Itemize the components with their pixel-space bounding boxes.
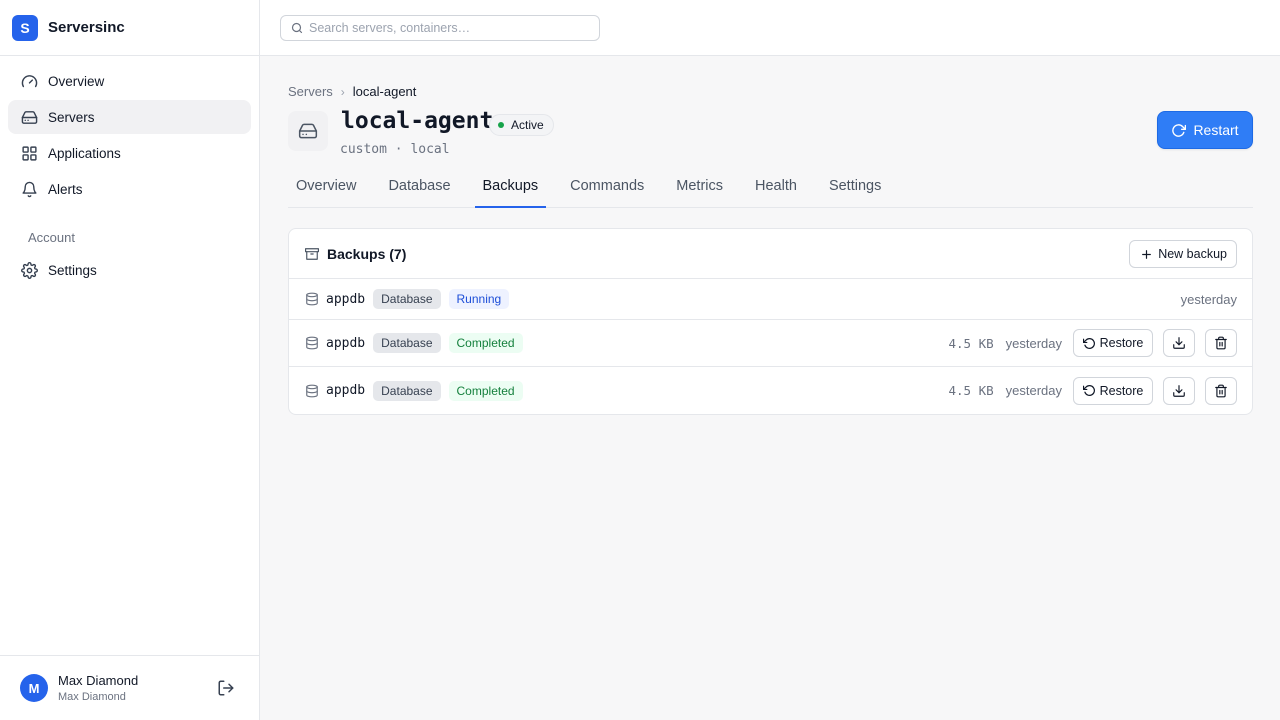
backups-card: Backups (7) New backup appdb Database Ru… [288,228,1253,415]
sidebar-item-label: Alerts [48,181,83,197]
search-box[interactable] [280,15,600,41]
backup-time: yesterday [1005,383,1062,398]
sidebar-item-overview[interactable]: Overview [8,64,251,98]
delete-button[interactable] [1205,329,1237,357]
user-info: Max Diamond Max Diamond [58,673,138,703]
database-icon [305,384,319,398]
gear-icon [20,261,38,279]
search-icon [291,22,303,34]
account-section-heading: Account [28,230,75,245]
sidebar-item-settings[interactable]: Settings [8,253,251,287]
backup-row-actions: 4.5 KB yesterday Restore [948,320,1237,366]
search-input[interactable] [309,21,589,35]
delete-button[interactable] [1205,376,1237,405]
logout-icon[interactable] [217,679,235,697]
sidebar-item-alerts[interactable]: Alerts [8,172,251,206]
hard-drive-icon [288,111,328,151]
undo-icon [1082,384,1096,397]
download-button[interactable] [1163,376,1195,405]
tab-database[interactable]: Database [380,171,458,208]
sidebar-item-label: Settings [48,262,97,278]
restore-button[interactable]: Restore [1073,376,1153,405]
backup-row: appdb Database Running yesterday [289,279,1252,320]
trash-icon [1214,384,1228,398]
download-icon [1172,336,1186,350]
topbar [260,0,1280,56]
brand-name: Serversinc [48,19,125,36]
restart-button[interactable]: Restart [1157,111,1253,149]
tab-overview[interactable]: Overview [288,171,364,208]
backup-row-meta: yesterday [1181,279,1237,319]
backup-name: appdb [326,383,366,398]
backup-status-badge: Running [448,289,510,309]
server-header: local-agent Active custom · local Restar… [288,108,1253,163]
brand-logo: S [12,14,38,41]
bell-icon [20,180,38,198]
sidebar-item-label: Servers [48,109,95,125]
tab-metrics[interactable]: Metrics [668,171,731,208]
page-title: local-agent [341,108,494,134]
undo-icon [1082,337,1096,350]
tab-settings[interactable]: Settings [821,171,889,208]
sidebar-item-label: Overview [48,73,105,89]
backup-status-badge: Completed [448,380,523,401]
brand[interactable]: S Serversinc [0,0,259,56]
refresh-icon [1171,123,1187,138]
restart-label: Restart [1193,122,1239,138]
backup-row: appdb Database Completed 4.5 KB yesterda… [289,320,1252,367]
backup-row: appdb Database Completed 4.5 KB yesterda… [289,367,1252,414]
backup-name: appdb [326,335,366,351]
user-subtitle: Max Diamond [58,691,126,703]
breadcrumb: Servers › local-agent [288,84,1253,99]
server-subtitle: custom · local [340,142,450,157]
backup-size: 4.5 KB [948,335,994,351]
restore-label: Restore [1099,336,1144,350]
backup-time: yesterday [1005,335,1062,351]
backup-type-badge: Database [373,333,441,353]
plus-icon [1140,248,1153,261]
backup-row-actions: 4.5 KB yesterday Restore [948,367,1237,414]
server-tabs: Overview Database Backups Commands Metri… [288,171,1253,208]
sidebar-item-servers[interactable]: Servers [8,100,251,134]
restore-button[interactable]: Restore [1073,329,1153,357]
backups-title: Backups (7) [327,245,407,262]
status-badge-label: Active [511,118,544,132]
breadcrumb-separator: › [340,84,345,99]
gauge-icon [20,72,38,90]
status-badge: Active [489,114,554,136]
new-backup-label: New backup [1158,247,1227,261]
sidebar-item-label: Applications [48,145,121,161]
backup-status-badge: Completed [448,333,523,353]
database-icon [305,336,319,350]
download-icon [1172,384,1186,398]
main-content: Servers › local-agent local-agent Active… [288,56,1253,415]
restore-label: Restore [1099,383,1144,398]
user-profile: M Max Diamond Max Diamond [0,655,259,720]
archive-icon [305,247,319,261]
sidebar: S Serversinc Overview Servers Applicatio… [0,0,260,720]
user-name: Max Diamond [58,673,139,688]
backup-size: 4.5 KB [948,383,994,398]
main-nav: Overview Servers Applications Alerts Acc… [0,56,259,287]
tab-health[interactable]: Health [747,171,805,208]
backups-card-header: Backups (7) New backup [289,229,1252,279]
tab-commands[interactable]: Commands [562,171,652,208]
grid-icon [20,144,38,162]
backup-type-badge: Database [373,380,441,401]
sidebar-item-applications[interactable]: Applications [8,136,251,170]
breadcrumb-servers[interactable]: Servers [288,84,333,99]
tab-backups[interactable]: Backups [474,171,547,208]
backup-name: appdb [326,291,366,307]
trash-icon [1214,336,1228,350]
download-button[interactable] [1163,329,1195,357]
breadcrumb-current: local-agent [352,84,417,99]
new-backup-button[interactable]: New backup [1129,240,1237,268]
database-icon [305,292,319,306]
backup-time: yesterday [1180,291,1237,307]
status-dot [498,122,504,128]
avatar[interactable]: M [20,674,48,702]
hard-drive-icon [20,108,38,126]
backup-type-badge: Database [373,289,441,309]
